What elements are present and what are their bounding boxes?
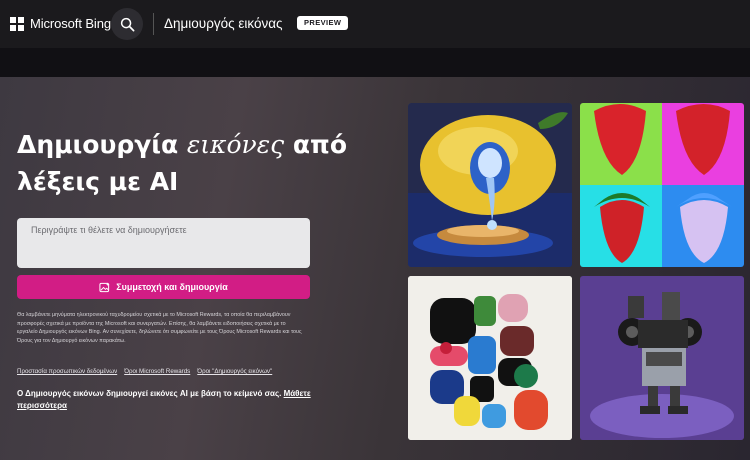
robot-illustration bbox=[580, 276, 744, 440]
prompt-placeholder: Περιγράψτε τι θέλετε να δημιουργήσετε bbox=[31, 225, 187, 235]
privacy-link[interactable]: Προστασία προσωπικών δεδομένων bbox=[17, 368, 117, 375]
header-divider bbox=[153, 13, 154, 35]
headline-part1: Δημιουργία bbox=[17, 130, 187, 159]
lemon-illustration bbox=[408, 103, 572, 267]
example-image-abstract-shapes[interactable] bbox=[408, 276, 572, 440]
top-bar: Microsoft Bing Δημιουργός εικόνας PREVIE… bbox=[0, 0, 750, 48]
search-icon bbox=[120, 17, 134, 31]
join-and-create-button[interactable]: Συμμετοχή και δημιουργία bbox=[17, 275, 310, 299]
bing-logo[interactable]: Microsoft Bing bbox=[10, 16, 111, 31]
footer-note: Ο Δημιουργός εικόνων δημιουργεί εικόνες … bbox=[17, 388, 317, 412]
prompt-input[interactable]: Περιγράψτε τι θέλετε να δημιουργήσετε bbox=[17, 218, 310, 268]
example-image-strawberries[interactable] bbox=[580, 103, 744, 267]
page-title: Δημιουργία εικόνες από λέξεις με AI bbox=[17, 126, 347, 200]
header-band bbox=[0, 48, 750, 77]
abstract-shapes-art bbox=[408, 276, 572, 440]
brand-name: Microsoft Bing bbox=[30, 16, 111, 31]
footer-note-text: Ο Δημιουργός εικόνων δημιουργεί εικόνες … bbox=[17, 389, 284, 398]
search-button[interactable] bbox=[111, 8, 143, 40]
strawberry-pop-art bbox=[580, 103, 744, 267]
microsoft-logo-icon bbox=[10, 16, 24, 31]
legal-links: Προστασία προσωπικών δεδομένων Όροι Micr… bbox=[17, 368, 279, 375]
image-sparkle-icon bbox=[99, 281, 110, 292]
product-title[interactable]: Δημιουργός εικόνας bbox=[164, 16, 283, 31]
rewards-terms-link[interactable]: Όροι Microsoft Rewards bbox=[124, 368, 190, 375]
preview-badge: PREVIEW bbox=[297, 16, 349, 30]
join-button-label: Συμμετοχή και δημιουργία bbox=[116, 282, 228, 292]
creator-terms-link[interactable]: Όροι "Δημιουργός εικόνων" bbox=[197, 368, 272, 375]
headline-italic: εικόνες bbox=[186, 130, 285, 159]
example-image-robot[interactable] bbox=[580, 276, 744, 440]
example-image-lemon[interactable] bbox=[408, 103, 572, 267]
legal-text: Θα λαμβάνετε μηνύματα ηλεκτρονικού ταχυδ… bbox=[17, 312, 302, 345]
